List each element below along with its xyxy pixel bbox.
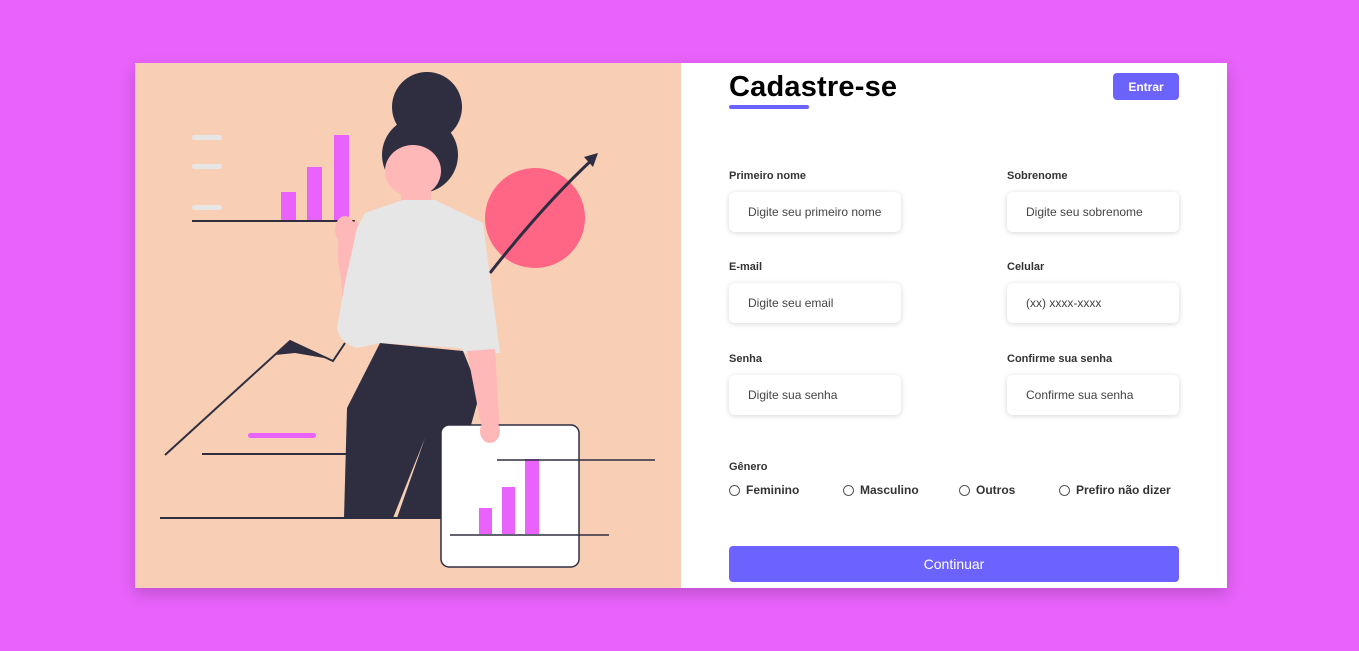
last-name-input[interactable] bbox=[1007, 192, 1179, 232]
phone-field: Celular bbox=[1007, 261, 1179, 323]
signup-form: Cadastre-se Entrar Primeiro nome Sobreno… bbox=[729, 63, 1179, 588]
radio-button[interactable] bbox=[843, 484, 854, 496]
gender-option-outros[interactable]: Outros bbox=[959, 483, 1015, 497]
login-button[interactable]: Entrar bbox=[1113, 73, 1179, 100]
first-name-input[interactable] bbox=[729, 192, 901, 232]
confirm-password-label: Confirme sua senha bbox=[1007, 353, 1113, 365]
gender-option-label: Prefiro não dizer bbox=[1076, 483, 1171, 497]
radio-button[interactable] bbox=[729, 484, 740, 496]
gender-option-prefiro-nao-dizer[interactable]: Prefiro não dizer bbox=[1059, 483, 1171, 497]
password-input[interactable] bbox=[729, 375, 901, 415]
confirm-password-field: Confirme sua senha bbox=[1007, 353, 1179, 415]
phone-label: Celular bbox=[1007, 261, 1045, 273]
title-underline bbox=[729, 105, 809, 109]
continue-button[interactable]: Continuar bbox=[729, 546, 1179, 582]
page-title: Cadastre-se bbox=[729, 71, 898, 103]
email-input[interactable] bbox=[729, 283, 901, 323]
woman-with-charts-illustration bbox=[160, 72, 655, 568]
password-label: Senha bbox=[729, 353, 763, 365]
password-field: Senha bbox=[729, 353, 901, 415]
mini-bar-chart-graphic bbox=[192, 135, 355, 222]
gender-option-label: Feminino bbox=[746, 483, 800, 497]
radio-button[interactable] bbox=[959, 484, 970, 496]
gender-option-masculino[interactable]: Masculino bbox=[843, 483, 919, 497]
signup-card: Cadastre-se Entrar Primeiro nome Sobreno… bbox=[135, 63, 1227, 588]
radio-button[interactable] bbox=[1059, 484, 1070, 496]
first-name-field: Primeiro nome bbox=[729, 170, 901, 232]
first-name-label: Primeiro nome bbox=[729, 170, 807, 182]
gender-option-label: Masculino bbox=[860, 483, 919, 497]
gender-label: Gênero bbox=[729, 461, 768, 473]
phone-input[interactable] bbox=[1007, 283, 1179, 323]
last-name-label: Sobrenome bbox=[1007, 170, 1068, 182]
gender-option-label: Outros bbox=[976, 483, 1016, 497]
signup-illustration bbox=[135, 63, 681, 588]
confirm-password-input[interactable] bbox=[1007, 375, 1179, 415]
email-label: E-mail bbox=[729, 261, 763, 273]
email-field: E-mail bbox=[729, 261, 901, 323]
gender-option-feminino[interactable]: Feminino bbox=[729, 483, 799, 497]
last-name-field: Sobrenome bbox=[1007, 170, 1179, 232]
